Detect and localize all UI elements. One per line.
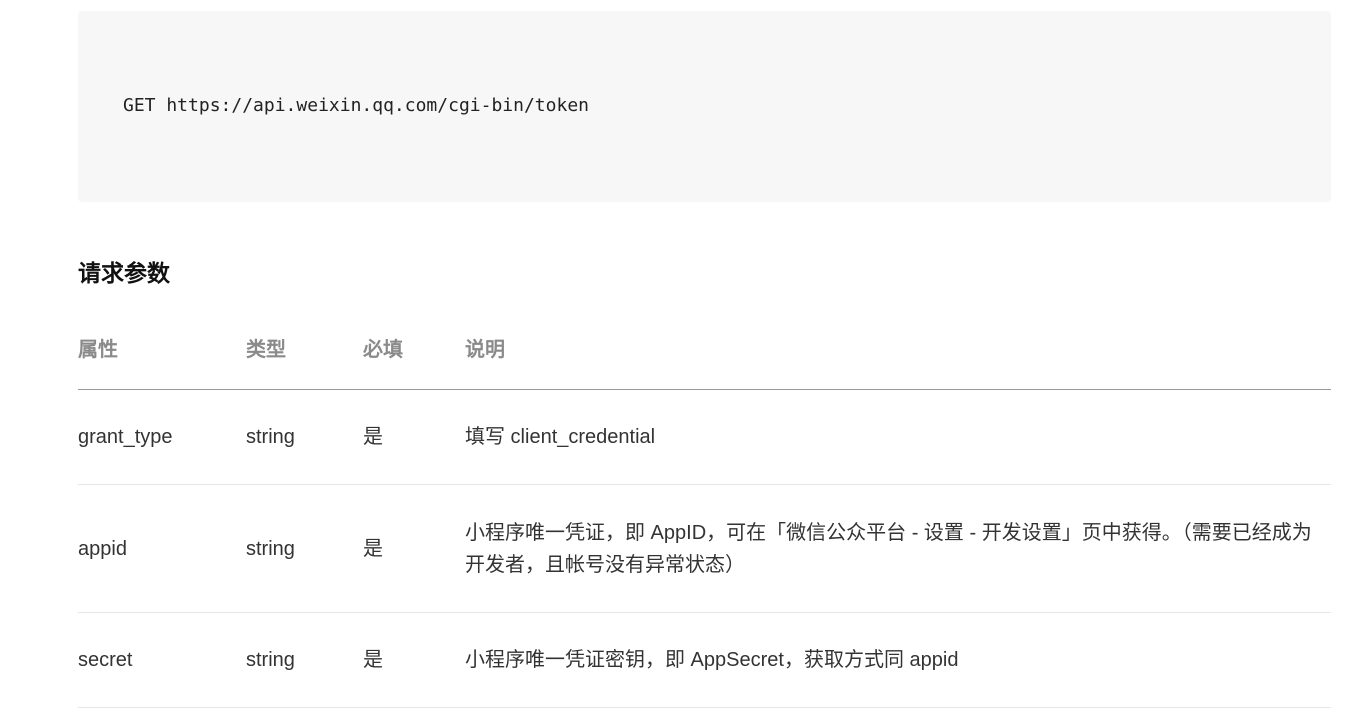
- param-description: 填写 client_credential: [465, 389, 1331, 485]
- header-name: 属性: [78, 321, 246, 390]
- param-description: 小程序唯一凭证密钥，即 AppSecret，获取方式同 appid: [465, 612, 1331, 708]
- section-title: 请求参数: [78, 260, 170, 286]
- header-required: 必填: [363, 321, 465, 390]
- code-block: GET https://api.weixin.qq.com/cgi-bin/to…: [78, 11, 1331, 202]
- param-type: string: [246, 389, 363, 485]
- param-type: string: [246, 484, 363, 613]
- param-required: 是: [363, 484, 465, 613]
- table-header-row: 属性 类型 必填 说明: [78, 321, 1331, 390]
- param-name: grant_type: [78, 389, 246, 485]
- param-type: string: [246, 612, 363, 708]
- doc-content: GET https://api.weixin.qq.com/cgi-bin/to…: [78, 11, 1331, 708]
- table-row: secret string 是 小程序唯一凭证密钥，即 AppSecret，获取…: [78, 612, 1331, 708]
- table-row: grant_type string 是 填写 client_credential: [78, 389, 1331, 485]
- param-name: secret: [78, 612, 246, 708]
- header-type: 类型: [246, 321, 363, 390]
- table-row: appid string 是 小程序唯一凭证，即 AppID，可在「微信公众平台…: [78, 484, 1331, 613]
- param-required: 是: [363, 389, 465, 485]
- param-description: 小程序唯一凭证，即 AppID，可在「微信公众平台 - 设置 - 开发设置」页中…: [465, 484, 1331, 613]
- header-description: 说明: [465, 321, 1331, 390]
- param-required: 是: [363, 612, 465, 708]
- params-table: 属性 类型 必填 说明 grant_type string 是 填写 clien…: [78, 321, 1331, 708]
- param-name: appid: [78, 484, 246, 613]
- code-line: GET https://api.weixin.qq.com/cgi-bin/to…: [123, 95, 589, 116]
